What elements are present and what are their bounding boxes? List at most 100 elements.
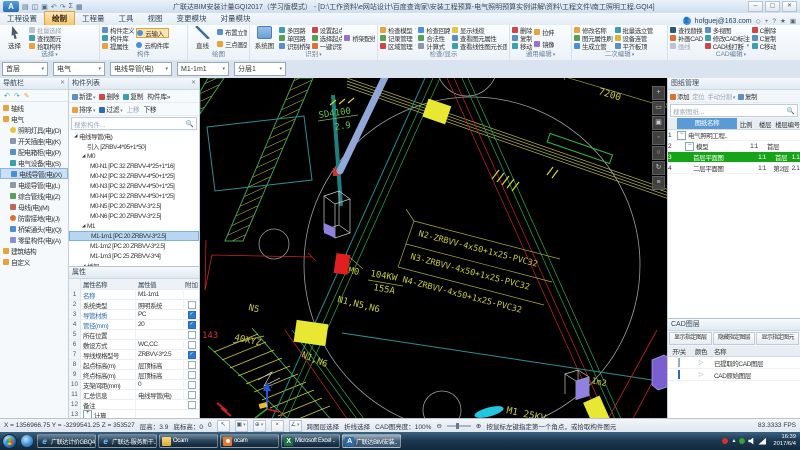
move-down-button[interactable]: 下移 <box>143 104 156 114</box>
safety-tray-icon[interactable] <box>739 438 745 444</box>
locate-sheet-button[interactable]: 定位 <box>692 91 704 101</box>
add-sheet-button[interactable]: 添加 <box>670 91 689 101</box>
nav-item-composite-line[interactable]: 综合管线(电)(Z) <box>0 190 68 201</box>
highlight-box[interactable] <box>422 99 451 125</box>
component-row[interactable]: M0-N4 [PC 32 ZRBVV-4*50+1*25] <box>69 191 199 201</box>
formula-button[interactable]: 计算式 <box>418 42 449 50</box>
layer-color-icon[interactable]: ▷ <box>690 359 712 366</box>
group-label-identify[interactable]: 识别 <box>250 51 377 60</box>
tab-view[interactable]: 视图 <box>141 12 170 25</box>
move-up-button[interactable]: 上移 <box>126 104 139 114</box>
group-label-select[interactable]: 选择 <box>0 51 99 60</box>
pick-mode-icon[interactable]: ↖ <box>217 420 230 432</box>
attach-checkbox[interactable] <box>188 301 196 309</box>
component-row[interactable]: ◢桥架 <box>69 261 199 266</box>
layer-row[interactable]: ▷ 已提取的CAD图层 <box>668 357 800 369</box>
property-row[interactable]: 9终点标高(m)层顶标高 <box>69 370 199 380</box>
highlight-box[interactable] <box>583 396 611 418</box>
app-logo[interactable]: A <box>3 1 19 12</box>
component-select[interactable]: M1-1m1 <box>177 62 229 76</box>
collapse-icon[interactable] <box>677 131 686 140</box>
favorite-icon[interactable]: ★ <box>780 17 786 25</box>
polyline-select-toggle[interactable]: 折线选择 <box>344 421 370 431</box>
copy-sheet-button[interactable]: 复制 <box>738 91 757 101</box>
region-manage-button[interactable]: 区域管理 <box>380 42 416 50</box>
nav-redo-icon[interactable]: ↷ <box>14 92 20 100</box>
layer-visible-checkbox[interactable] <box>678 370 680 379</box>
delete-component-button[interactable]: 删除 <box>99 91 119 101</box>
property-row[interactable]: 8起点标高(m)层顶标高 <box>69 360 199 370</box>
sheet-row[interactable]: 4 二层平面图 1:1第2层2.1 <box>668 163 800 174</box>
system-diagram-button[interactable]: 系统图 <box>252 26 277 50</box>
nav-item-structure[interactable]: 建筑结构 <box>0 245 68 256</box>
new-doc-icon[interactable]: ▤ <box>22 3 29 11</box>
attach-checkbox[interactable] <box>188 311 196 319</box>
snap-mode-icon[interactable]: ⊕ <box>253 420 266 432</box>
highlight-box[interactable] <box>294 320 329 346</box>
property-row[interactable]: 1名称M1-1m1 <box>69 290 199 300</box>
taskbar-item-gbq[interactable]: e广联达计价GBQ4.. <box>37 434 96 448</box>
nav-item-lightning[interactable]: 防雷接地(电)(J) <box>0 212 68 223</box>
open-doc-icon[interactable]: ◫ <box>32 3 39 11</box>
sort-button[interactable]: 排序 <box>72 104 95 114</box>
brightness-minus-icon[interactable]: ⊖ <box>436 422 441 430</box>
view-element-length-button[interactable]: 查看线性图元长度 <box>452 42 507 50</box>
stretch-button[interactable]: 拉伸 <box>534 28 554 36</box>
property-row[interactable]: 10支架间距(mm)0 <box>69 380 199 390</box>
property-row[interactable]: 11汇总信息电线导管(电) <box>69 390 199 400</box>
sheet-search-input[interactable]: 搜索图纸...🔍 <box>670 104 798 117</box>
account-email[interactable]: hofguej@163.com <box>695 18 752 25</box>
brightness-plus-icon[interactable]: ⊕ <box>476 422 481 430</box>
browser-quicklaunch-icon[interactable] <box>21 435 33 447</box>
tab-draw[interactable]: 绘制 <box>44 11 75 25</box>
align-slab-top-button[interactable]: 平齐板顶 <box>615 42 654 50</box>
nav-undo-icon[interactable]: ↶ <box>4 92 10 100</box>
component-list-close-icon[interactable]: ✕ <box>191 78 196 89</box>
nav-item-wire-conduit[interactable]: 电线导管(电)(X) <box>0 168 68 179</box>
attach-checkbox[interactable] <box>188 351 196 359</box>
close-button[interactable]: ✕ <box>782 1 797 12</box>
component-row[interactable]: M1-1m2 [PC 20 ZRBVV-3*2.5] <box>69 241 199 251</box>
nav-edit-icon[interactable]: ✎ <box>24 92 30 100</box>
sheet-row[interactable]: 1 电气照明工程.. <box>668 130 800 141</box>
tab-quantity[interactable]: 工程量 <box>75 12 112 25</box>
view-point-icon[interactable]: ◦ <box>652 131 665 145</box>
attach-checkbox[interactable] <box>188 321 196 329</box>
tab-project-settings[interactable]: 工程设置 <box>0 12 44 25</box>
property-row[interactable]: 3导管材质PC <box>69 310 199 320</box>
maximize-button[interactable]: ▢ <box>765 1 780 12</box>
sheet-row-selected[interactable]: 3 首层平面图 1:1首层1.1 <box>668 152 800 163</box>
sum-icon[interactable]: Σ <box>69 3 73 10</box>
attach-checkbox[interactable] <box>188 391 196 399</box>
grid-icon[interactable]: ▦ <box>76 3 83 11</box>
property-row[interactable]: 6敷设方式WC,CC <box>69 340 199 350</box>
angle-mode-icon[interactable]: ∠ <box>289 420 302 432</box>
property-row[interactable]: 13计算 <box>69 410 199 418</box>
layer-row[interactable]: ▷ CAD原始图层 <box>668 369 800 381</box>
attach-checkbox[interactable] <box>188 361 196 369</box>
move-button[interactable]: 移动 <box>512 42 532 50</box>
nav-item-distribution-box[interactable]: 配电箱柜(电)(P) <box>0 146 68 157</box>
one-key-identify-button[interactable]: 一键识别 <box>312 42 343 50</box>
view-orbit-icon[interactable]: ↻ <box>652 161 665 175</box>
help-icon[interactable]: ? <box>772 18 776 25</box>
property-row[interactable]: 2系统类型照明系统 <box>69 300 199 310</box>
property-row[interactable]: 12备注 <box>69 400 199 410</box>
component-type-select[interactable]: 电线导管(电) <box>110 62 172 76</box>
cloud-library-button[interactable]: 云构件库 <box>136 41 168 49</box>
group-label-secondary-edit[interactable]: 二次编辑 <box>572 51 667 60</box>
attach-checkbox[interactable] <box>188 331 196 339</box>
component-library-link[interactable]: 构件库» <box>147 91 170 101</box>
manual-split-button[interactable]: 手动分割 <box>707 91 735 101</box>
view-pan-icon[interactable]: + <box>652 86 665 100</box>
nav-item-busbar[interactable]: 母线(电)(M) <box>0 201 68 212</box>
clipboard-mode-icon[interactable]: ▣ <box>235 420 248 432</box>
settings-icon[interactable]: + <box>765 18 769 25</box>
component-row[interactable]: ◢M1 <box>69 221 199 231</box>
component-row[interactable]: M0-N3 [PC 32 ZRBVV-4*50+1*25] <box>69 181 199 191</box>
layer-select[interactable]: 分层1 <box>234 62 286 76</box>
nav-item-cable-conduit[interactable]: 电缆导管(电)(L) <box>0 179 68 190</box>
tray-wiring-button[interactable]: 桥架配线 <box>344 34 375 42</box>
undo-icon[interactable]: ↶ <box>51 3 57 11</box>
tab-change-module[interactable]: 变更模块 <box>170 12 214 25</box>
